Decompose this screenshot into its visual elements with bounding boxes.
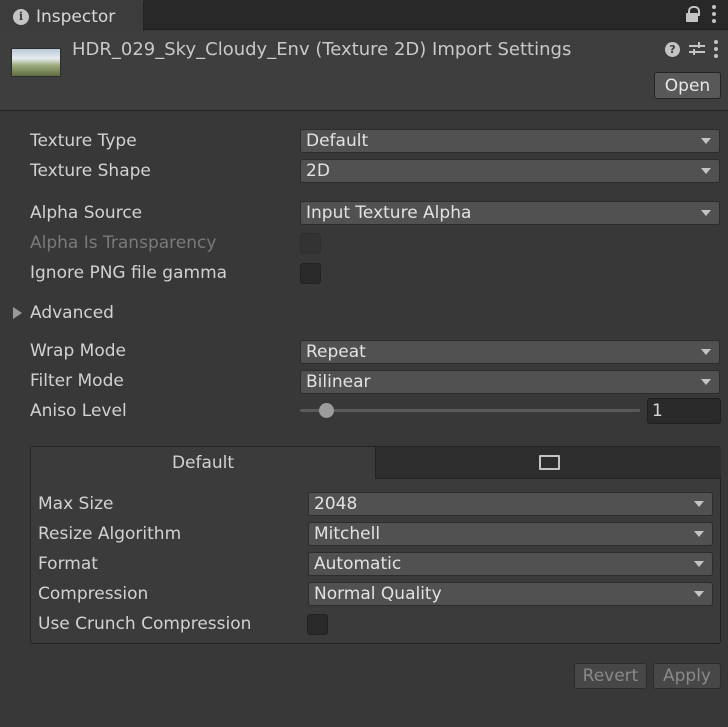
tab-inspector-label: Inspector (36, 6, 116, 27)
use-crunch-label: Use Crunch Compression (38, 614, 252, 634)
info-icon: i (13, 8, 29, 25)
texture-shape-label: Texture Shape (30, 161, 151, 181)
kebab-menu-icon[interactable] (712, 5, 716, 23)
filter-mode-value: Bilinear (306, 372, 371, 392)
chevron-down-icon (701, 379, 711, 385)
lock-icon[interactable] (686, 6, 700, 22)
max-size-dropdown[interactable]: 2048 (308, 492, 713, 516)
monitor-icon (538, 454, 560, 471)
compression-dropdown[interactable]: Normal Quality (308, 582, 713, 606)
chevron-down-icon (701, 349, 711, 355)
alpha-is-transparency-label: Alpha Is Transparency (30, 233, 217, 253)
texture-thumbnail (11, 48, 61, 77)
aniso-level-slider-thumb[interactable] (319, 403, 334, 418)
use-crunch-checkbox[interactable] (307, 614, 328, 635)
texture-shape-value: 2D (306, 161, 330, 181)
format-label: Format (38, 554, 98, 574)
inspector-header: HDR_029_Sky_Cloudy_Env (Texture 2D) Impo… (0, 31, 728, 111)
ignore-png-gamma-checkbox[interactable] (300, 263, 321, 284)
texture-type-label: Texture Type (30, 131, 137, 151)
texture-shape-dropdown[interactable]: 2D (300, 159, 720, 183)
resize-algorithm-dropdown[interactable]: Mitchell (308, 522, 713, 546)
alpha-source-value: Input Texture Alpha (306, 203, 472, 223)
max-size-value: 2048 (314, 494, 358, 514)
ignore-png-gamma-label: Ignore PNG file gamma (30, 263, 228, 283)
chevron-down-icon (694, 501, 704, 507)
filter-mode-label: Filter Mode (30, 371, 124, 391)
presets-icon[interactable] (689, 42, 705, 56)
help-icon[interactable]: ? (665, 41, 680, 57)
aniso-level-slider-track[interactable] (300, 409, 640, 412)
tab-inspector[interactable]: i Inspector (0, 0, 144, 31)
tab-bar-icons (686, 5, 716, 23)
format-dropdown[interactable]: Automatic (308, 552, 713, 576)
chevron-down-icon (694, 561, 704, 567)
format-value: Automatic (314, 554, 402, 574)
chevron-down-icon (694, 591, 704, 597)
tab-standalone-platform[interactable] (376, 447, 721, 479)
chevron-down-icon (701, 168, 711, 174)
asset-title: HDR_029_Sky_Cloudy_Env (Texture 2D) Impo… (72, 39, 572, 60)
wrap-mode-value: Repeat (306, 342, 366, 362)
alpha-is-transparency-checkbox (300, 233, 321, 254)
chevron-right-icon (13, 307, 22, 319)
revert-button[interactable]: Revert (574, 663, 647, 689)
advanced-foldout[interactable]: Advanced (13, 303, 114, 323)
tab-default-label: Default (171, 453, 235, 473)
compression-label: Compression (38, 584, 149, 604)
max-size-label: Max Size (38, 494, 114, 514)
tab-default-platform[interactable]: Default (31, 447, 376, 479)
chevron-down-icon (694, 531, 704, 537)
apply-button[interactable]: Apply (653, 663, 721, 689)
header-icons: ? (665, 40, 718, 58)
texture-type-value: Default (306, 131, 369, 151)
compression-value: Normal Quality (314, 584, 442, 604)
chevron-down-icon (701, 210, 711, 216)
alpha-source-dropdown[interactable]: Input Texture Alpha (300, 201, 720, 225)
aniso-level-input[interactable]: 1 (647, 398, 721, 424)
wrap-mode-dropdown[interactable]: Repeat (300, 340, 720, 364)
tab-bar: i Inspector (0, 0, 728, 31)
advanced-label: Advanced (30, 303, 114, 323)
resize-algorithm-label: Resize Algorithm (38, 524, 182, 544)
wrap-mode-label: Wrap Mode (30, 341, 126, 361)
platform-settings-panel: Default Max Size 2048 Resize Algorithm M… (30, 446, 721, 644)
chevron-down-icon (701, 138, 711, 144)
texture-type-dropdown[interactable]: Default (300, 129, 720, 153)
alpha-source-label: Alpha Source (30, 203, 143, 223)
open-button[interactable]: Open (654, 72, 721, 99)
aniso-level-label: Aniso Level (30, 401, 127, 421)
resize-algorithm-value: Mitchell (314, 524, 381, 544)
filter-mode-dropdown[interactable]: Bilinear (300, 370, 720, 394)
header-kebab-icon[interactable] (714, 40, 718, 58)
